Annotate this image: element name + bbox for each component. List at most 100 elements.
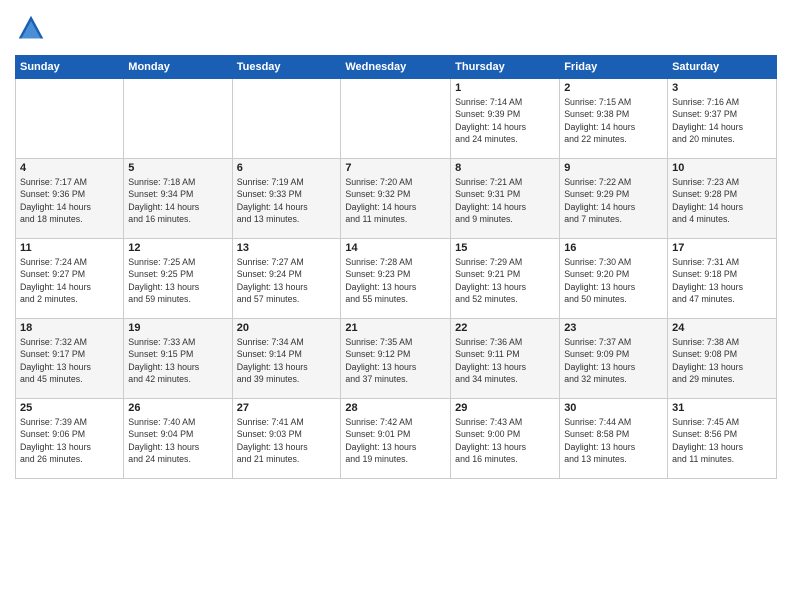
header-day-sunday: Sunday (16, 56, 124, 79)
page: SundayMondayTuesdayWednesdayThursdayFrid… (0, 0, 792, 612)
day-cell: 5Sunrise: 7:18 AMSunset: 9:34 PMDaylight… (124, 159, 232, 239)
day-info: Sunrise: 7:14 AMSunset: 9:39 PMDaylight:… (455, 96, 555, 145)
day-cell: 29 Sunrise: 7:43 AMSunset: 9:00 PMDayligh… (451, 399, 560, 479)
logo-icon (17, 14, 45, 42)
day-info: Sunrise: 7:19 AMSunset: 9:33 PMDaylight:… (237, 176, 337, 225)
day-cell: 14Sunrise: 7:28 AMSunset: 9:23 PMDayligh… (341, 239, 451, 319)
day-cell (341, 79, 451, 159)
day-info: Sunrise: 7:21 AMSunset: 9:31 PMDaylight:… (455, 176, 555, 225)
day-number: 1 (455, 82, 555, 94)
day-cell: 16 Sunrise: 7:30 AMSunset: 9:20 PMDayligh… (560, 239, 668, 319)
header (15, 10, 777, 47)
day-cell (232, 79, 341, 159)
day-cell: 12 Sunrise: 7:25 AMSunset: 9:25 PMDayligh… (124, 239, 232, 319)
header-day-wednesday: Wednesday (341, 56, 451, 79)
day-number: 8 (455, 162, 555, 174)
day-info: Sunrise: 7:34 AMSunset: 9:14 PMDaylight:… (237, 336, 337, 385)
day-cell: 17Sunrise: 7:31 AMSunset: 9:18 PMDayligh… (668, 239, 777, 319)
day-cell: 23 Sunrise: 7:37 AMSunset: 9:09 PMDayligh… (560, 319, 668, 399)
day-cell: 4 Sunrise: 7:17 AMSunset: 9:36 PMDaylight… (16, 159, 124, 239)
header-day-tuesday: Tuesday (232, 56, 341, 79)
day-cell: 28 Sunrise: 7:42 AMSunset: 9:01 PMDayligh… (341, 399, 451, 479)
day-number: 16 (564, 242, 663, 254)
day-info: Sunrise: 7:39 AMSunset: 9:06 PMDaylight:… (20, 416, 119, 465)
day-cell: 25 Sunrise: 7:39 AMSunset: 9:06 PMDayligh… (16, 399, 124, 479)
header-day-saturday: Saturday (668, 56, 777, 79)
day-cell: 18 Sunrise: 7:32 AMSunset: 9:17 PMDayligh… (16, 319, 124, 399)
day-info: Sunrise: 7:27 AMSunset: 9:24 PMDaylight:… (237, 256, 337, 305)
day-cell: 19 Sunrise: 7:33 AMSunset: 9:15 PMDayligh… (124, 319, 232, 399)
day-cell: 6 Sunrise: 7:19 AMSunset: 9:33 PMDaylight… (232, 159, 341, 239)
day-cell: 15Sunrise: 7:29 AMSunset: 9:21 PMDayligh… (451, 239, 560, 319)
day-info: Sunrise: 7:36 AMSunset: 9:11 PMDaylight:… (455, 336, 555, 385)
logo (15, 14, 45, 47)
day-number: 20 (237, 322, 337, 334)
day-number: 6 (237, 162, 337, 174)
header-day-monday: Monday (124, 56, 232, 79)
day-number: 9 (564, 162, 663, 174)
day-number: 3 (672, 82, 772, 94)
day-number: 12 (128, 242, 227, 254)
day-number: 24 (672, 322, 772, 334)
day-info: Sunrise: 7:41 AMSunset: 9:03 PMDaylight:… (237, 416, 337, 465)
day-info: Sunrise: 7:44 AMSunset: 8:58 PMDaylight:… (564, 416, 663, 465)
day-cell: 22 Sunrise: 7:36 AMSunset: 9:11 PMDayligh… (451, 319, 560, 399)
header-day-friday: Friday (560, 56, 668, 79)
day-info: Sunrise: 7:24 AMSunset: 9:27 PMDaylight:… (20, 256, 119, 305)
day-info: Sunrise: 7:30 AMSunset: 9:20 PMDaylight:… (564, 256, 663, 305)
day-cell: 30 Sunrise: 7:44 AMSunset: 8:58 PMDayligh… (560, 399, 668, 479)
day-number: 25 (20, 402, 119, 414)
day-number: 22 (455, 322, 555, 334)
day-number: 19 (128, 322, 227, 334)
day-info: Sunrise: 7:17 AMSunset: 9:36 PMDaylight:… (20, 176, 119, 225)
day-info: Sunrise: 7:37 AMSunset: 9:09 PMDaylight:… (564, 336, 663, 385)
day-number: 13 (237, 242, 337, 254)
day-cell (16, 79, 124, 159)
day-cell: 1 Sunrise: 7:14 AMSunset: 9:39 PMDaylight… (451, 79, 560, 159)
day-info: Sunrise: 7:43 AMSunset: 9:00 PMDaylight:… (455, 416, 555, 465)
day-info: Sunrise: 7:23 AMSunset: 9:28 PMDaylight:… (672, 176, 772, 225)
day-info: Sunrise: 7:31 AMSunset: 9:18 PMDaylight:… (672, 256, 772, 305)
day-info: Sunrise: 7:35 AMSunset: 9:12 PMDaylight:… (345, 336, 446, 385)
day-cell: 10Sunrise: 7:23 AMSunset: 9:28 PMDayligh… (668, 159, 777, 239)
day-info: Sunrise: 7:42 AMSunset: 9:01 PMDaylight:… (345, 416, 446, 465)
day-number: 7 (345, 162, 446, 174)
day-number: 29 (455, 402, 555, 414)
day-number: 4 (20, 162, 119, 174)
day-number: 30 (564, 402, 663, 414)
day-cell: 27 Sunrise: 7:41 AMSunset: 9:03 PMDayligh… (232, 399, 341, 479)
day-cell (124, 79, 232, 159)
day-cell: 21 Sunrise: 7:35 AMSunset: 9:12 PMDayligh… (341, 319, 451, 399)
day-number: 5 (128, 162, 227, 174)
day-number: 18 (20, 322, 119, 334)
header-day-thursday: Thursday (451, 56, 560, 79)
day-number: 21 (345, 322, 446, 334)
day-cell: 24Sunrise: 7:38 AMSunset: 9:08 PMDayligh… (668, 319, 777, 399)
week-row-5: 25 Sunrise: 7:39 AMSunset: 9:06 PMDayligh… (16, 399, 777, 479)
day-info: Sunrise: 7:22 AMSunset: 9:29 PMDaylight:… (564, 176, 663, 225)
header-row: SundayMondayTuesdayWednesdayThursdayFrid… (16, 56, 777, 79)
day-info: Sunrise: 7:25 AMSunset: 9:25 PMDaylight:… (128, 256, 227, 305)
day-info: Sunrise: 7:28 AMSunset: 9:23 PMDaylight:… (345, 256, 446, 305)
day-cell: 9 Sunrise: 7:22 AMSunset: 9:29 PMDaylight… (560, 159, 668, 239)
day-cell: 8 Sunrise: 7:21 AMSunset: 9:31 PMDaylight… (451, 159, 560, 239)
day-info: Sunrise: 7:20 AMSunset: 9:32 PMDaylight:… (345, 176, 446, 225)
week-row-1: 1 Sunrise: 7:14 AMSunset: 9:39 PMDaylight… (16, 79, 777, 159)
day-cell: 11 Sunrise: 7:24 AMSunset: 9:27 PMDayligh… (16, 239, 124, 319)
day-number: 23 (564, 322, 663, 334)
day-cell: 31 Sunrise: 7:45 AMSunset: 8:56 PMDayligh… (668, 399, 777, 479)
day-number: 31 (672, 402, 772, 414)
day-number: 2 (564, 82, 663, 94)
day-cell: 3Sunrise: 7:16 AMSunset: 9:37 PMDaylight… (668, 79, 777, 159)
day-info: Sunrise: 7:33 AMSunset: 9:15 PMDaylight:… (128, 336, 227, 385)
day-info: Sunrise: 7:40 AMSunset: 9:04 PMDaylight:… (128, 416, 227, 465)
day-number: 27 (237, 402, 337, 414)
day-number: 15 (455, 242, 555, 254)
day-info: Sunrise: 7:32 AMSunset: 9:17 PMDaylight:… (20, 336, 119, 385)
day-cell: 13 Sunrise: 7:27 AMSunset: 9:24 PMDayligh… (232, 239, 341, 319)
day-number: 28 (345, 402, 446, 414)
day-number: 11 (20, 242, 119, 254)
day-info: Sunrise: 7:45 AMSunset: 8:56 PMDaylight:… (672, 416, 772, 465)
week-row-2: 4 Sunrise: 7:17 AMSunset: 9:36 PMDaylight… (16, 159, 777, 239)
day-cell: 26Sunrise: 7:40 AMSunset: 9:04 PMDayligh… (124, 399, 232, 479)
